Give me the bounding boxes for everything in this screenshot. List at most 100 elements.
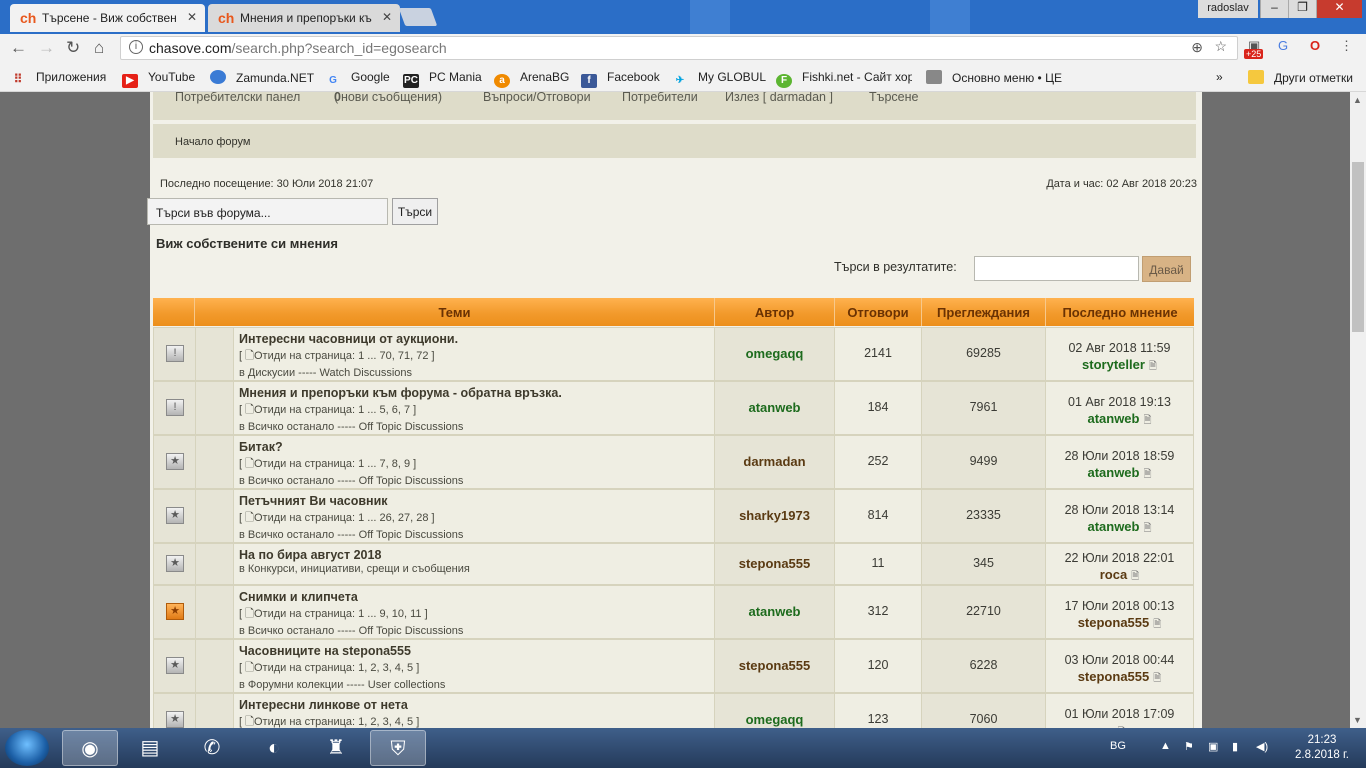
bookmark-fishki[interactable]: F Fishki.net - Сайт хор bbox=[776, 70, 912, 88]
bookmark-other[interactable]: Други отметки bbox=[1248, 70, 1353, 85]
reload-icon[interactable]: ↻ bbox=[66, 38, 80, 58]
minimize-button[interactable]: – bbox=[1260, 0, 1288, 18]
nav-search[interactable]: Търсене bbox=[869, 92, 918, 104]
last-post-user-link[interactable]: roca bbox=[1100, 567, 1127, 582]
home-icon[interactable]: ⌂ bbox=[94, 38, 104, 58]
volume-icon[interactable]: ◀) bbox=[1256, 740, 1268, 753]
page-scrollbar[interactable]: ▲ ▼ bbox=[1350, 92, 1366, 728]
goto-last-post-icon[interactable]: 🗎 bbox=[1143, 469, 1151, 480]
bookmark-apps[interactable]: ⠿ Приложения bbox=[10, 70, 107, 86]
author-link[interactable]: omegaqq bbox=[715, 346, 834, 361]
topic-title-link[interactable]: Битак? bbox=[239, 440, 714, 454]
bookmark-star-icon[interactable]: ☆ bbox=[1214, 38, 1227, 55]
goto-last-post-icon[interactable]: 🗎 bbox=[1143, 523, 1151, 534]
author-link[interactable]: sharky1973 bbox=[715, 508, 834, 523]
forum-search-input[interactable]: Търси във форума... bbox=[147, 198, 388, 225]
bookmark-youtube[interactable]: ▶ YouTube bbox=[122, 70, 195, 88]
bookmark-facebook[interactable]: f Facebook bbox=[581, 70, 660, 88]
goto-last-post-icon[interactable]: 🗎 bbox=[1131, 571, 1139, 582]
maximize-button[interactable]: ❐ bbox=[1288, 0, 1316, 18]
bookmark-menu[interactable]: Основно меню • ЦЕ bbox=[926, 70, 1062, 85]
new-tab-button[interactable] bbox=[398, 8, 438, 26]
flag-icon[interactable]: ⚑ bbox=[1184, 740, 1194, 753]
author-link[interactable]: atanweb bbox=[715, 400, 834, 415]
nav-faq[interactable]: Въпроси/Отговори bbox=[483, 92, 591, 104]
bookmark-pcmania[interactable]: PC PC Mania bbox=[403, 70, 482, 88]
results-search-input[interactable] bbox=[974, 256, 1139, 281]
firefox-taskbar-icon[interactable]: ◐ bbox=[246, 730, 302, 766]
nav-users[interactable]: Потребители bbox=[622, 92, 698, 104]
forward-arrow-icon[interactable]: → bbox=[38, 38, 55, 58]
scroll-up-icon[interactable]: ▲ bbox=[1353, 95, 1362, 105]
topic-title-link[interactable]: Интересни линкове от нета bbox=[239, 698, 714, 712]
bookmark-zamunda[interactable]: Zamunda.NET bbox=[210, 70, 314, 85]
author-link[interactable]: stepona555 bbox=[715, 658, 834, 673]
topic-title-link[interactable]: Часовниците на stepona555 bbox=[239, 644, 714, 658]
topic-forum-link[interactable]: в Всичко останало ----- Off Topic Discus… bbox=[239, 529, 714, 541]
topic-title-link[interactable]: На по бира август 2018 bbox=[239, 548, 714, 562]
back-arrow-icon[interactable]: ← bbox=[10, 38, 27, 58]
device-icon[interactable]: ▣ bbox=[1208, 740, 1218, 753]
start-button[interactable] bbox=[5, 730, 49, 766]
breadcrumb-home[interactable]: Начало форум bbox=[175, 136, 251, 148]
author-link[interactable]: omegaqq bbox=[715, 712, 834, 727]
address-bar[interactable]: i chasove.com/search.php?search_id=egose… bbox=[120, 36, 1238, 60]
author-link[interactable]: atanweb bbox=[715, 604, 834, 619]
zoom-icon[interactable]: ⊕ bbox=[1191, 39, 1203, 56]
viber-taskbar-icon[interactable]: ✆ bbox=[184, 730, 240, 766]
scroll-thumb[interactable] bbox=[1352, 162, 1364, 332]
info-icon[interactable]: i bbox=[129, 40, 143, 54]
opera-icon[interactable]: O bbox=[1310, 38, 1320, 53]
bookmark-google[interactable]: G Google bbox=[325, 70, 390, 88]
last-post-user-link[interactable]: atanweb bbox=[1087, 519, 1139, 534]
tab-feedback[interactable]: ch Мнения и препоръки къ ✕ bbox=[208, 4, 400, 32]
bookmarks-overflow-icon[interactable]: » bbox=[1216, 70, 1223, 84]
topic-pages-links[interactable]: Отиди на страница: 1 ... 7, 8, 9 bbox=[254, 458, 410, 470]
topic-forum-link[interactable]: в Конкурси, инициативи, срещи и съобщени… bbox=[239, 563, 714, 575]
nav-user-panel[interactable]: Потребителски панел bbox=[175, 92, 300, 104]
topic-pages-links[interactable]: Отиди на страница: 1 ... 26, 27, 28 bbox=[254, 512, 428, 524]
nav-private-messages[interactable]: (0 нови съобщения) bbox=[334, 92, 442, 104]
last-post-user-link[interactable]: storyteller bbox=[1082, 357, 1145, 372]
topic-title-link[interactable]: Мнения и препоръки към форума - обратна … bbox=[239, 386, 714, 400]
topic-pages-links[interactable]: Отиди на страница: 1, 2, 3, 4, 5 bbox=[254, 716, 413, 728]
clock[interactable]: 21:23 2.8.2018 г. bbox=[1282, 733, 1362, 763]
topic-title-link[interactable]: Интересни часовници от аукциони. bbox=[239, 332, 714, 346]
joystick-taskbar-icon[interactable]: ♜ bbox=[308, 730, 364, 766]
author-link[interactable]: darmadan bbox=[715, 454, 834, 469]
topic-forum-link[interactable]: в Форумни колекции ----- User collection… bbox=[239, 679, 714, 691]
topic-forum-link[interactable]: в Всичко останало ----- Off Topic Discus… bbox=[239, 625, 714, 637]
topic-pages-links[interactable]: Отиди на страница: 1 ... 9, 10, 11 bbox=[254, 608, 422, 620]
goto-last-post-icon[interactable]: 🗎 bbox=[1143, 415, 1151, 426]
topic-pages-links[interactable]: Отиди на страница: 1 ... 70, 71, 72 bbox=[254, 350, 428, 362]
tab-search[interactable]: ch Търсене - Виж собствен ✕ bbox=[10, 4, 205, 32]
goto-last-post-icon[interactable]: 🗎 bbox=[1153, 619, 1161, 630]
network-icon[interactable]: ▮ bbox=[1232, 740, 1238, 753]
results-search-button[interactable]: Давай bbox=[1142, 256, 1191, 282]
topic-forum-link[interactable]: в Дискусии ----- Watch Discussions bbox=[239, 367, 714, 379]
close-window-button[interactable]: ✕ bbox=[1316, 0, 1362, 18]
topic-title-link[interactable]: Снимки и клипчета bbox=[239, 590, 714, 604]
security-shield-taskbar-icon[interactable]: ⛨ bbox=[370, 730, 426, 766]
last-post-user-link[interactable]: stepona555 bbox=[1078, 615, 1150, 630]
menu-dots-icon[interactable]: ⋮ bbox=[1340, 38, 1353, 54]
language-indicator[interactable]: BG bbox=[1110, 740, 1126, 752]
translate-icon[interactable]: G bbox=[1278, 38, 1288, 53]
profile-button[interactable]: radoslav bbox=[1198, 0, 1258, 18]
topic-forum-link[interactable]: в Всичко останало ----- Off Topic Discus… bbox=[239, 421, 714, 433]
forum-search-button[interactable]: Търси bbox=[392, 198, 438, 225]
last-post-user-link[interactable]: atanweb bbox=[1087, 465, 1139, 480]
scroll-down-icon[interactable]: ▼ bbox=[1353, 715, 1362, 725]
last-post-user-link[interactable]: atanweb bbox=[1087, 411, 1139, 426]
nav-logout[interactable]: Излез [ darmadan ] bbox=[725, 92, 833, 104]
explorer-taskbar-icon[interactable]: ▤ bbox=[122, 730, 178, 766]
bookmark-arenabg[interactable]: a ArenaBG bbox=[494, 70, 569, 88]
goto-last-post-icon[interactable]: 🗎 bbox=[1153, 673, 1161, 684]
topic-title-link[interactable]: Петъчният Ви часовник bbox=[239, 494, 714, 508]
chrome-taskbar-icon[interactable]: ◉ bbox=[62, 730, 118, 766]
close-tab-icon[interactable]: ✕ bbox=[382, 10, 392, 24]
author-link[interactable]: stepona555 bbox=[715, 556, 834, 571]
close-tab-icon[interactable]: ✕ bbox=[187, 10, 197, 24]
bookmark-globul[interactable]: ✈ My GLOBUL bbox=[672, 70, 766, 88]
topic-pages-links[interactable]: Отиди на страница: 1 ... 5, 6, 7 bbox=[254, 404, 410, 416]
